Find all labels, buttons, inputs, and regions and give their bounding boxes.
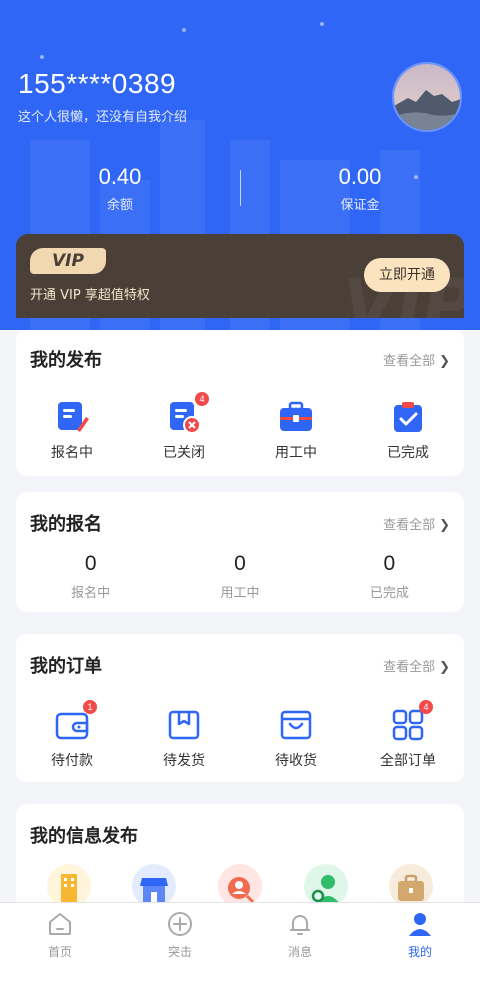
see-all-label: 查看全部 [383, 660, 436, 675]
info-publish-card: 我的信息发布 [16, 804, 464, 914]
order-item-label: 待收货 [275, 753, 317, 769]
tab-label: 消息 [287, 945, 312, 959]
publish-card: 我的发布 查看全部 ❯ 报名中 4 已关闭 用工中 已完成 [16, 330, 464, 476]
notification-badge: 4 [195, 392, 209, 406]
user-icon [407, 911, 433, 937]
signup-stat-value: 0 [84, 552, 97, 575]
chevron-right-icon: ❯ [439, 354, 450, 369]
deposit-label: 保证金 [340, 198, 380, 213]
phone-number: 155****0389 [18, 68, 177, 99]
publish-item-closed[interactable]: 4 已关闭 [128, 392, 240, 462]
chevron-right-icon: ❯ [439, 518, 450, 533]
orders-see-all[interactable]: 查看全部 ❯ [383, 656, 450, 675]
tab-label: 突击 [167, 945, 192, 959]
publish-item-label: 报名中 [51, 445, 93, 461]
clipboard-check-icon [391, 400, 425, 434]
signup-stat-done[interactable]: 0 已完成 [315, 552, 464, 601]
notification-badge: 1 [83, 700, 97, 714]
tab-mine[interactable]: 我的 [360, 903, 480, 981]
orders-title: 我的订单 [30, 656, 102, 677]
stat-divider [240, 170, 241, 206]
bell-icon [287, 911, 313, 937]
shopping-bag-icon [279, 708, 313, 742]
balance-stat[interactable]: 0.40 余额 [50, 164, 190, 213]
signup-title: 我的报名 [30, 514, 102, 535]
balance-value: 0.40 [98, 164, 142, 189]
doc-edit-icon [55, 400, 89, 434]
signup-stat-signing[interactable]: 0 报名中 [16, 552, 165, 601]
publish-status-grid: 报名中 4 已关闭 用工中 已完成 [16, 392, 464, 462]
order-item-to-ship[interactable]: 待发货 [128, 708, 240, 770]
vip-banner[interactable]: VIP VIP 开通 VIP 享超值特权 立即开通 [16, 234, 464, 318]
publish-title: 我的发布 [30, 350, 102, 371]
doc-closed-icon: 4 [167, 392, 209, 434]
publish-see-all[interactable]: 查看全部 ❯ [383, 350, 450, 369]
wallet-icon: 1 [55, 700, 97, 742]
see-all-label: 查看全部 [383, 518, 436, 533]
signup-stats-grid: 0 报名中 0 用工中 0 已完成 [16, 552, 464, 601]
publish-item-label: 已完成 [387, 445, 429, 461]
publish-item-signing[interactable]: 报名中 [16, 400, 128, 462]
tab-home[interactable]: 首页 [0, 903, 120, 981]
signup-card: 我的报名 查看全部 ❯ 0 报名中 0 用工中 0 已完成 [16, 492, 464, 612]
signup-stat-working[interactable]: 0 用工中 [165, 552, 314, 601]
vip-description: 开通 VIP 享超值特权 [30, 288, 150, 303]
tab-assault[interactable]: 突击 [120, 903, 240, 981]
signup-stat-value: 0 [383, 552, 396, 575]
bottom-tab-bar: 首页 突击 消息 我的 [0, 902, 480, 981]
info-publish-title: 我的信息发布 [30, 826, 138, 847]
publish-item-done[interactable]: 已完成 [352, 400, 464, 462]
orders-card: 我的订单 查看全部 ❯ 1 待付款 待发货 待收货 4 全部订单 [16, 634, 464, 782]
briefcase-icon [279, 400, 313, 434]
order-item-label: 待发货 [163, 753, 205, 769]
order-item-all[interactable]: 4 全部订单 [352, 700, 464, 770]
vip-badge: VIP [30, 248, 106, 274]
vip-open-button[interactable]: 立即开通 [364, 258, 450, 292]
signup-stat-label: 用工中 [220, 586, 260, 601]
signup-stat-label: 已完成 [369, 586, 409, 601]
balance-label: 余额 [106, 198, 133, 213]
order-item-label: 待付款 [51, 753, 93, 769]
order-item-to-receive[interactable]: 待收货 [240, 708, 352, 770]
grid-icon: 4 [391, 700, 433, 742]
tab-messages[interactable]: 消息 [240, 903, 360, 981]
publish-item-label: 用工中 [275, 445, 317, 461]
publish-item-working[interactable]: 用工中 [240, 400, 352, 462]
deposit-value: 0.00 [338, 164, 382, 189]
signup-stat-value: 0 [234, 552, 246, 575]
tab-label: 我的 [407, 945, 432, 959]
home-icon [47, 911, 73, 937]
notification-badge: 4 [419, 700, 433, 714]
order-item-unpaid[interactable]: 1 待付款 [16, 700, 128, 770]
avatar[interactable] [392, 62, 462, 132]
signup-see-all[interactable]: 查看全部 ❯ [383, 514, 450, 533]
chevron-right-icon: ❯ [439, 660, 450, 675]
see-all-label: 查看全部 [383, 354, 436, 369]
tab-label: 首页 [47, 945, 72, 959]
package-icon [167, 708, 201, 742]
publish-item-label: 已关闭 [163, 445, 205, 461]
plus-circle-icon [167, 911, 193, 937]
order-item-label: 全部订单 [380, 753, 436, 769]
signup-stat-label: 报名中 [71, 586, 111, 601]
profile-bio: 这个人很懒，还没有自我介绍 [18, 110, 188, 125]
orders-status-grid: 1 待付款 待发货 待收货 4 全部订单 [16, 700, 464, 770]
deposit-stat[interactable]: 0.00 保证金 [290, 164, 430, 213]
